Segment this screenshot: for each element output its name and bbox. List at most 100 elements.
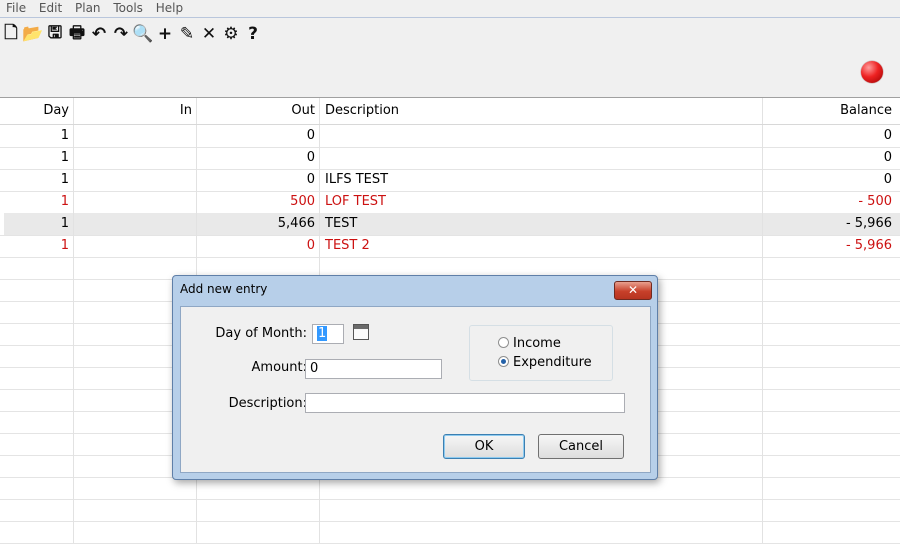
income-radio[interactable]: Income <box>498 336 561 351</box>
add-icon[interactable]: + <box>154 22 176 46</box>
help-icon[interactable]: ? <box>242 22 264 46</box>
close-icon[interactable]: ✕ <box>614 281 652 300</box>
column-header-out[interactable]: Out <box>197 98 320 124</box>
cell-in <box>74 125 197 147</box>
cell-day: 1 <box>0 191 74 213</box>
cell-in <box>74 169 197 191</box>
day-of-month-field[interactable]: 1 <box>312 324 344 344</box>
table-row[interactable]: 1 0 TEST 2 - 5,966 <box>0 235 900 258</box>
search-icon[interactable]: 🔍 <box>132 22 154 46</box>
menu-edit[interactable]: Edit <box>39 0 62 17</box>
cell-day: 1 <box>0 169 74 191</box>
cell-balance <box>763 411 900 433</box>
cell-day <box>0 455 74 477</box>
cell-balance <box>763 279 900 301</box>
cell-out: 0 <box>197 147 320 169</box>
empty-table-row[interactable] <box>0 477 900 500</box>
cell-balance <box>763 345 900 367</box>
cell-balance <box>763 455 900 477</box>
cell-balance <box>763 257 900 279</box>
cell-out: 0 <box>197 125 320 147</box>
redo-icon[interactable]: ↷ <box>110 22 132 46</box>
cell-out: 0 <box>197 235 320 257</box>
cell-day <box>0 257 74 279</box>
cell-balance: 0 <box>883 172 892 187</box>
cell-description <box>320 521 763 543</box>
menu-file[interactable]: File <box>6 0 26 17</box>
empty-table-row[interactable] <box>0 499 900 522</box>
calendar-icon[interactable] <box>353 324 369 340</box>
menu-tools[interactable]: Tools <box>113 0 143 17</box>
cell-day: 1 <box>0 213 74 235</box>
table-row[interactable]: 1 500 LOF TEST - 500 <box>0 191 900 214</box>
day-of-month-label: Day of Month: <box>215 326 307 341</box>
cell-day: 1 <box>0 147 74 169</box>
cell-in <box>74 191 197 213</box>
expenditure-radio-dot <box>498 356 509 367</box>
cancel-button[interactable]: Cancel <box>538 434 624 459</box>
cell-balance <box>763 389 900 411</box>
cell-balance <box>763 433 900 455</box>
toolbar: 🗋 📂 🖫 🖶 ↶ ↷ 🔍 + ✎ ✕ ⚙? <box>0 20 264 48</box>
ok-button[interactable]: OK <box>443 434 525 459</box>
expenditure-radio[interactable]: Expenditure <box>498 355 592 370</box>
cell-balance: - 500 <box>858 194 892 209</box>
table-header: Day In Out Description Balance <box>0 98 900 125</box>
cell-balance: - 5,966 <box>845 238 892 253</box>
cell-day <box>0 367 74 389</box>
cell-balance <box>763 477 900 499</box>
cell-out: 500 <box>197 191 320 213</box>
column-header-balance[interactable]: Balance <box>763 98 900 124</box>
cell-day <box>0 411 74 433</box>
edit-pencil-icon[interactable]: ✎ <box>176 22 198 46</box>
cell-balance <box>763 301 900 323</box>
cell-out <box>197 477 320 499</box>
expenditure-label: Expenditure <box>513 355 592 370</box>
cell-day <box>0 345 74 367</box>
cell-out <box>197 521 320 543</box>
cell-description: ILFS TEST <box>320 169 763 191</box>
cell-day <box>0 301 74 323</box>
table-row[interactable]: 1 0 0 <box>0 125 900 148</box>
new-file-icon[interactable]: 🗋 <box>0 22 22 46</box>
status-indicator-icon <box>861 61 883 83</box>
income-radio-dot <box>498 337 509 348</box>
cell-day <box>0 433 74 455</box>
save-icon[interactable]: 🖫 <box>44 22 66 46</box>
table-row[interactable]: 1 0 ILFS TEST 0 <box>0 169 900 192</box>
amount-label: Amount: <box>251 360 307 375</box>
cell-in <box>74 147 197 169</box>
dialog-body: Day of Month: 1 Amount: 0 Description: I… <box>180 306 651 473</box>
cell-description <box>320 147 763 169</box>
income-label: Income <box>513 336 561 351</box>
cell-out: 5,466 <box>197 213 320 235</box>
day-of-month-value: 1 <box>317 326 328 341</box>
menu-plan[interactable]: Plan <box>75 0 101 17</box>
cell-in <box>74 213 197 235</box>
cell-out <box>197 499 320 521</box>
cell-balance <box>763 367 900 389</box>
table-row[interactable]: 1 0 0 <box>0 147 900 170</box>
cell-day <box>0 477 74 499</box>
cell-in <box>74 499 197 521</box>
print-icon[interactable]: 🖶 <box>66 22 88 46</box>
open-folder-icon[interactable]: 📂 <box>22 22 44 46</box>
empty-table-row[interactable] <box>0 521 900 544</box>
cell-balance: - 5,966 <box>845 216 892 231</box>
undo-icon[interactable]: ↶ <box>88 22 110 46</box>
column-header-in[interactable]: In <box>74 98 197 124</box>
cell-day <box>0 521 74 543</box>
cell-day: 1 <box>0 235 74 257</box>
cell-in <box>74 521 197 543</box>
delete-icon[interactable]: ✕ <box>198 22 220 46</box>
cell-day: 1 <box>0 125 74 147</box>
menu-help[interactable]: Help <box>156 0 183 17</box>
column-header-description[interactable]: Description <box>320 98 763 124</box>
column-header-day[interactable]: Day <box>0 98 74 124</box>
table-row[interactable]: 1 5,466 TEST - 5,966 <box>0 213 900 236</box>
amount-field[interactable]: 0 <box>305 359 442 379</box>
cell-balance <box>763 499 900 521</box>
cell-balance: 0 <box>883 128 892 143</box>
settings-gear-icon[interactable]: ⚙ <box>220 22 242 46</box>
description-field[interactable] <box>305 393 625 413</box>
